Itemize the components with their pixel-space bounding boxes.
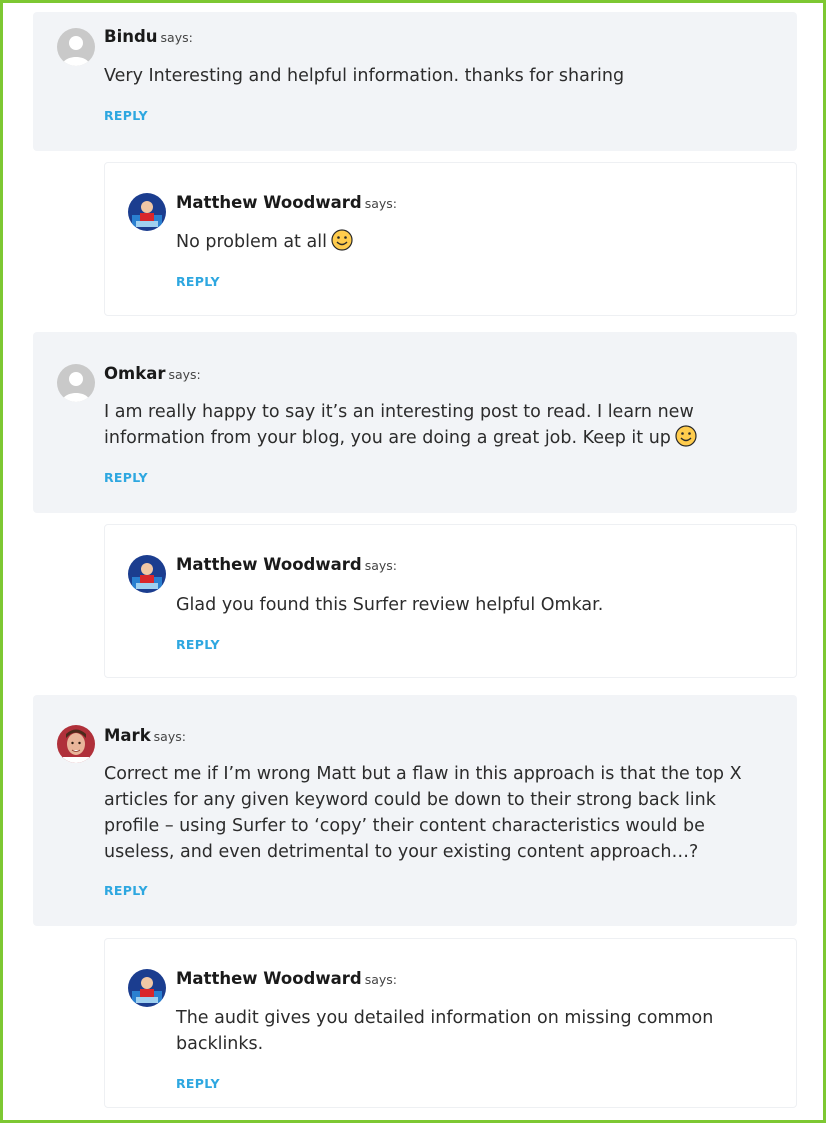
comment-meta: Matthew Woodward says:	[176, 555, 397, 574]
comment-author[interactable]: Matthew Woodward	[176, 193, 362, 212]
smile-emoji-icon	[675, 425, 697, 447]
comment-card: Bindu says: Very Interesting and helpful …	[33, 12, 797, 151]
reply-comment-card: Matthew Woodward says: No problem at all …	[104, 162, 797, 316]
comment-card: Mark says: Correct me if I’m wrong Matt b…	[33, 695, 797, 926]
reply-button[interactable]: REPLY	[176, 1076, 220, 1091]
comment-author[interactable]: Matthew Woodward	[176, 969, 362, 988]
says-label: says:	[168, 367, 201, 382]
smile-emoji-icon	[331, 229, 353, 251]
comment-meta: Mark says:	[104, 726, 186, 745]
comment-text: I am really happy to say it’s an interes…	[104, 399, 774, 451]
says-label: says:	[364, 558, 397, 573]
comment-meta: Matthew Woodward says:	[176, 193, 397, 212]
matthew-woodward-avatar[interactable]	[128, 555, 166, 593]
comment-author[interactable]: Bindu	[104, 27, 158, 46]
comment-text: No problem at all	[176, 229, 776, 255]
reply-button[interactable]: REPLY	[176, 274, 220, 289]
says-label: says:	[364, 196, 397, 211]
comment-card: Omkar says: I am really happy to say it’s…	[33, 332, 797, 513]
reply-button[interactable]: REPLY	[104, 470, 148, 485]
reply-comment-card: Matthew Woodward says: Glad you found thi…	[104, 524, 797, 678]
reply-button[interactable]: REPLY	[104, 883, 148, 898]
says-label: says:	[153, 729, 186, 744]
comment-author[interactable]: Omkar	[104, 364, 165, 383]
comment-meta: Bindu says:	[104, 27, 193, 46]
mark-avatar[interactable]	[57, 725, 95, 763]
comment-text: The audit gives you detailed information…	[176, 1008, 714, 1054]
comment-author[interactable]: Matthew Woodward	[176, 555, 362, 574]
comment-meta: Omkar says:	[104, 364, 201, 383]
reply-button[interactable]: REPLY	[104, 108, 148, 123]
says-label: says:	[364, 972, 397, 987]
default-avatar-icon[interactable]	[57, 28, 95, 66]
comment-author[interactable]: Mark	[104, 726, 151, 745]
comment-text: Glad you found this Surfer review helpfu…	[176, 595, 604, 615]
reply-comment-card: Matthew Woodward says: The audit gives yo…	[104, 938, 797, 1108]
says-label: says:	[160, 30, 193, 45]
default-avatar-icon[interactable]	[57, 364, 95, 402]
matthew-woodward-avatar[interactable]	[128, 969, 166, 1007]
comment-meta: Matthew Woodward says:	[176, 969, 397, 988]
matthew-woodward-avatar[interactable]	[128, 193, 166, 231]
comment-text: Very Interesting and helpful information…	[104, 66, 625, 86]
comment-text: Correct me if I’m wrong Matt but a flaw …	[104, 764, 742, 862]
reply-button[interactable]: REPLY	[176, 637, 220, 652]
